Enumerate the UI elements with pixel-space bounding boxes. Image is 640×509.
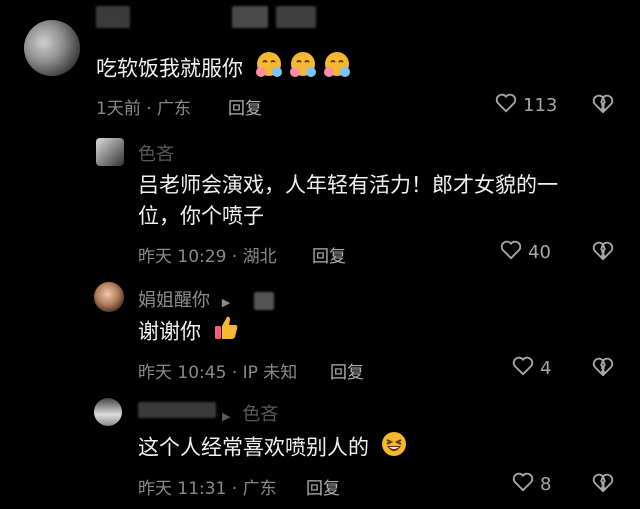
comment-meta: 昨天 10:45 · IP 未知 bbox=[138, 358, 297, 383]
like-button[interactable]: 4 bbox=[512, 356, 551, 381]
broken-heart-icon bbox=[592, 241, 614, 265]
avatar[interactable] bbox=[94, 398, 122, 426]
reply-target-redacted bbox=[254, 292, 274, 310]
ip-location: 湖北 bbox=[242, 247, 277, 267]
ip-location: 广东 bbox=[242, 479, 277, 499]
avatar[interactable] bbox=[94, 282, 124, 312]
broken-heart-icon bbox=[592, 473, 614, 497]
comment-text-content: 吃软饭我就服你 bbox=[96, 56, 243, 81]
heart-icon bbox=[495, 93, 517, 118]
hugging-face-icon bbox=[288, 50, 318, 89]
comment-text-content: 这个人经常喜欢喷别人的 bbox=[138, 435, 369, 460]
username-redacted bbox=[232, 6, 268, 28]
reply-button[interactable]: 回复 bbox=[330, 358, 364, 383]
comment-meta: 昨天 11:31 · 广东 bbox=[138, 474, 277, 499]
reply-button[interactable]: 回复 bbox=[228, 94, 262, 119]
separator: · bbox=[231, 247, 238, 267]
reply-button[interactable]: 回复 bbox=[306, 474, 340, 499]
like-count: 113 bbox=[523, 95, 558, 116]
like-button[interactable]: 8 bbox=[512, 472, 551, 497]
username-redacted[interactable] bbox=[138, 402, 216, 418]
reply-target: ▶ 色吝 bbox=[222, 400, 278, 426]
avatar[interactable] bbox=[24, 20, 80, 76]
thumbs-up-icon bbox=[212, 314, 240, 351]
dislike-button[interactable] bbox=[592, 241, 614, 265]
like-count: 40 bbox=[528, 242, 551, 263]
broken-heart-icon bbox=[592, 357, 614, 381]
separator: · bbox=[231, 363, 238, 383]
heart-icon bbox=[500, 240, 522, 265]
dislike-button[interactable] bbox=[592, 357, 614, 381]
dislike-button[interactable] bbox=[592, 473, 614, 497]
reply-button[interactable]: 回复 bbox=[312, 242, 346, 267]
comment-meta: 1天前 · 广东 bbox=[96, 94, 191, 119]
hugging-face-icon bbox=[254, 50, 284, 89]
timestamp: 昨天 11:31 bbox=[138, 479, 227, 499]
comment-text: 这个人经常喜欢喷别人的 bbox=[138, 430, 408, 467]
username-redacted bbox=[276, 6, 316, 28]
reply-author[interactable]: 色吝 bbox=[138, 140, 174, 166]
hugging-face-icon bbox=[322, 50, 352, 89]
play-arrow-icon: ▶ bbox=[222, 410, 231, 423]
timestamp: 昨天 10:45 bbox=[138, 363, 227, 383]
separator: · bbox=[231, 479, 238, 499]
separator: · bbox=[146, 99, 152, 119]
play-arrow-icon: ▶ bbox=[221, 296, 231, 309]
like-button[interactable]: 40 bbox=[500, 240, 551, 265]
reply-target-name: 色吝 bbox=[242, 404, 279, 425]
comment-text: 谢谢你 bbox=[138, 314, 240, 351]
username-redacted[interactable] bbox=[96, 6, 130, 28]
like-count: 8 bbox=[540, 474, 552, 495]
comment-text-content: 谢谢你 bbox=[138, 319, 201, 344]
avatar[interactable] bbox=[96, 138, 124, 166]
like-button[interactable]: 113 bbox=[495, 93, 557, 118]
comment-meta: 昨天 10:29 · 湖北 bbox=[138, 242, 277, 267]
reply-author[interactable]: 娟姐醒你 ▶ bbox=[138, 286, 230, 312]
comment-text: 吃软饭我就服你 bbox=[96, 50, 352, 89]
comment-text-line: 位，你个喷子 bbox=[138, 204, 264, 228]
heart-icon bbox=[512, 356, 534, 381]
ip-location: IP 未知 bbox=[242, 363, 298, 383]
author-name: 娟姐醒你 bbox=[138, 290, 210, 311]
comment-text: 吕老师会演戏，人年轻有活力！郎才女貌的一 位，你个喷子 bbox=[138, 170, 558, 232]
laughing-face-icon bbox=[380, 430, 408, 467]
dislike-button[interactable] bbox=[592, 94, 614, 118]
broken-heart-icon bbox=[592, 94, 614, 118]
heart-icon bbox=[512, 472, 534, 497]
like-count: 4 bbox=[540, 358, 552, 379]
ip-location: 广东 bbox=[157, 99, 192, 119]
timestamp: 1天前 bbox=[96, 99, 141, 119]
timestamp: 昨天 10:29 bbox=[138, 247, 227, 267]
comment-text-line: 吕老师会演戏，人年轻有活力！郎才女貌的一 bbox=[138, 173, 558, 197]
